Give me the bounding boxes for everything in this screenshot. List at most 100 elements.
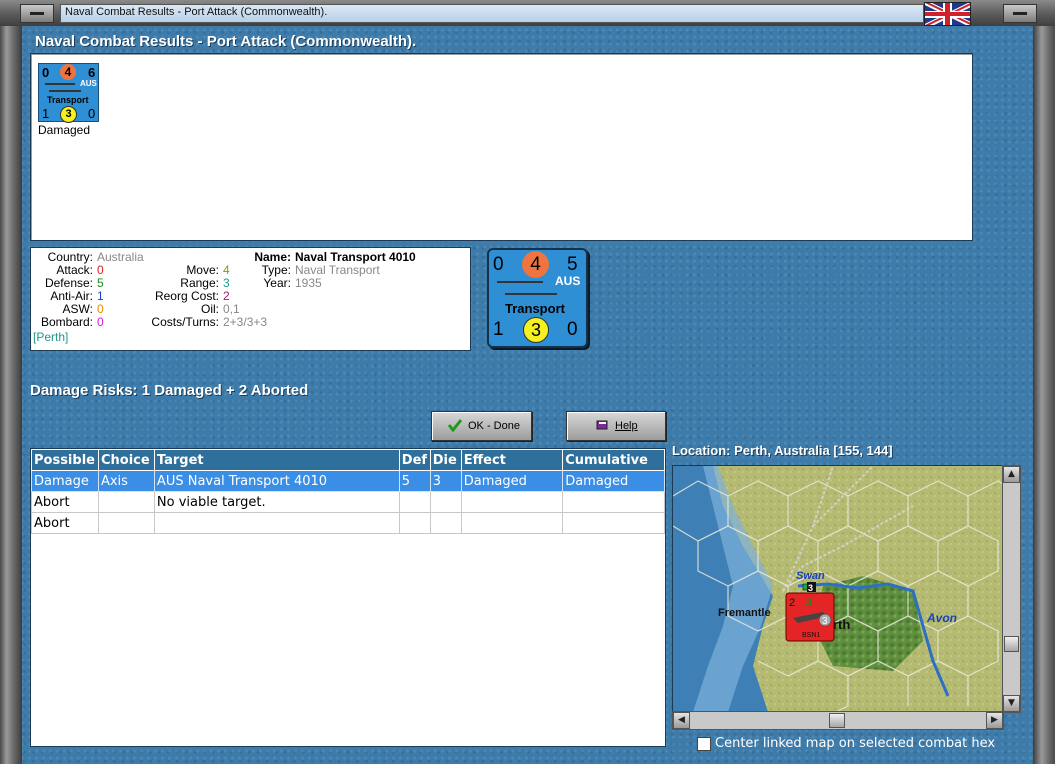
cell-choice: Axis bbox=[97, 470, 155, 492]
bombard-label: Bombard: bbox=[40, 315, 93, 329]
cell-possible: Abort bbox=[31, 491, 99, 513]
col-header-cumulative[interactable]: Cumulative bbox=[562, 449, 665, 471]
ship-icon bbox=[497, 281, 543, 283]
costs-value: 2+3/3+3 bbox=[223, 315, 268, 329]
cell-cumulative bbox=[562, 491, 665, 513]
map-horizontal-scrollbar[interactable]: ◀ ▶ bbox=[672, 711, 1004, 730]
move-value: 4 bbox=[223, 263, 230, 277]
oil-label: Oil: bbox=[201, 302, 219, 316]
year-value: 1935 bbox=[295, 276, 322, 290]
cell-def: 5 bbox=[398, 470, 431, 492]
ship-icon bbox=[49, 90, 81, 92]
cell-choice bbox=[97, 512, 155, 534]
ok-done-button[interactable]: OK - Done bbox=[431, 411, 532, 441]
cell-possible: Damage bbox=[31, 470, 99, 492]
scroll-up-icon[interactable]: ▲ bbox=[1003, 466, 1020, 483]
cell-effect bbox=[460, 512, 564, 534]
vertical-scroll-thumb[interactable] bbox=[1004, 636, 1019, 652]
horizontal-scroll-thumb[interactable] bbox=[829, 713, 845, 728]
map-unit-code: BSN1 bbox=[802, 632, 820, 639]
unit-stats-panel: Country: Australia Attack: 0 Defense: 5 … bbox=[30, 247, 471, 351]
table-row[interactable]: Abort No viable target. bbox=[31, 491, 665, 513]
location-link[interactable]: [Perth] bbox=[33, 330, 68, 344]
big-unit-asw: 0 bbox=[567, 319, 578, 340]
big-unit-attack: 0 bbox=[493, 254, 504, 275]
map-label-perth: rth bbox=[833, 617, 850, 632]
center-map-checkbox[interactable] bbox=[697, 737, 711, 751]
big-unit-nation: AUS bbox=[555, 274, 581, 288]
antiair-value: 1 bbox=[97, 289, 104, 303]
location-label: Location: Perth, Australia [155, 144] bbox=[672, 443, 893, 458]
linked-map[interactable]: Swan Fremantle rth Avon 3 2 3 3 BSN1 bbox=[672, 465, 1004, 713]
scroll-right-icon[interactable]: ▶ bbox=[986, 712, 1003, 729]
stack-count: 3 bbox=[808, 583, 813, 593]
map-canvas: Swan Fremantle rth Avon 3 2 3 3 BSN1 bbox=[673, 466, 1003, 712]
close-icon bbox=[1013, 12, 1027, 15]
range-label: Range: bbox=[180, 276, 219, 290]
close-button[interactable] bbox=[1003, 4, 1037, 23]
help-label: Help bbox=[615, 420, 638, 432]
table-row[interactable]: Damage Axis AUS Naval Transport 4010 5 3… bbox=[31, 470, 665, 492]
ship-icon bbox=[45, 83, 75, 85]
country-value: Australia bbox=[97, 250, 144, 264]
cell-effect bbox=[460, 491, 564, 513]
reorg-value: 2 bbox=[223, 289, 230, 303]
country-label: Country: bbox=[47, 250, 93, 264]
ship-icon bbox=[505, 293, 557, 295]
minimize-icon bbox=[30, 12, 44, 15]
col-header-choice[interactable]: Choice bbox=[97, 449, 155, 471]
big-unit-move: 5 bbox=[567, 254, 578, 275]
name-label: Name: bbox=[254, 250, 291, 264]
uk-flag-icon bbox=[924, 2, 971, 26]
map-unit-counter[interactable]: 2 3 3 BSN1 bbox=[785, 592, 835, 642]
cell-die: 3 bbox=[429, 470, 462, 492]
col-header-possible[interactable]: Possible bbox=[31, 449, 99, 471]
cell-die bbox=[429, 512, 462, 534]
table-row[interactable]: Abort bbox=[31, 512, 665, 534]
col-header-target[interactable]: Target bbox=[153, 449, 400, 471]
col-header-effect[interactable]: Effect bbox=[460, 449, 564, 471]
right-frame bbox=[1033, 0, 1055, 764]
map-unit-attack: 2 bbox=[789, 597, 795, 609]
unit-type-label: Transport bbox=[47, 95, 89, 105]
results-panel bbox=[30, 53, 973, 241]
col-header-def[interactable]: Def bbox=[398, 449, 431, 471]
asw-label: ASW: bbox=[62, 302, 93, 316]
scroll-left-icon[interactable]: ◀ bbox=[673, 712, 690, 729]
unit-move: 6 bbox=[88, 65, 96, 80]
antiair-label: Anti-Air: bbox=[50, 289, 93, 303]
asw-value: 0 bbox=[97, 302, 104, 316]
ok-done-label: OK - Done bbox=[468, 420, 520, 432]
map-unit-defense: 3 bbox=[806, 597, 812, 609]
unit-attack: 0 bbox=[42, 65, 50, 80]
attack-label: Attack: bbox=[56, 263, 93, 277]
help-button[interactable]: Help bbox=[566, 411, 666, 441]
attack-value: 0 bbox=[97, 263, 104, 277]
cell-target: AUS Naval Transport 4010 bbox=[153, 470, 400, 492]
checkmark-icon bbox=[448, 419, 462, 432]
defense-label: Defense: bbox=[44, 276, 93, 290]
unit-asw: 0 bbox=[88, 106, 96, 121]
col-header-die[interactable]: Die bbox=[429, 449, 462, 471]
range-value: 3 bbox=[223, 276, 230, 290]
page-title: Naval Combat Results - Port Attack (Comm… bbox=[35, 33, 417, 50]
move-label: Move: bbox=[186, 263, 219, 277]
cell-cumulative: Damaged bbox=[562, 470, 665, 492]
title-strip: Naval Combat Results - Port Attack (Comm… bbox=[60, 4, 924, 23]
year-label: Year: bbox=[263, 276, 291, 290]
map-label-avon: Avon bbox=[926, 611, 957, 625]
big-unit-type-label: Transport bbox=[505, 301, 565, 316]
scroll-down-icon[interactable]: ▼ bbox=[1003, 695, 1020, 712]
minimize-button[interactable] bbox=[20, 4, 54, 23]
unit-counter-large: 0 4 5 AUS Transport 1 3 0 bbox=[487, 248, 588, 348]
defense-value: 5 bbox=[97, 276, 104, 290]
map-vertical-scrollbar[interactable]: ▲ ▼ bbox=[1002, 465, 1021, 713]
result-unit-counter[interactable]: 0 4 6 AUS Transport 1 3 0 bbox=[38, 63, 99, 123]
big-unit-defense-circle: 4 bbox=[522, 251, 549, 278]
unit-nation: AUS bbox=[80, 79, 97, 88]
title-bar: Naval Combat Results - Port Attack (Comm… bbox=[0, 0, 1055, 26]
cell-possible: Abort bbox=[31, 512, 99, 534]
name-value: Naval Transport 4010 bbox=[295, 250, 416, 264]
center-map-label[interactable]: Center linked map on selected combat hex bbox=[715, 736, 995, 751]
map-unit-circle: 3 bbox=[822, 616, 828, 627]
